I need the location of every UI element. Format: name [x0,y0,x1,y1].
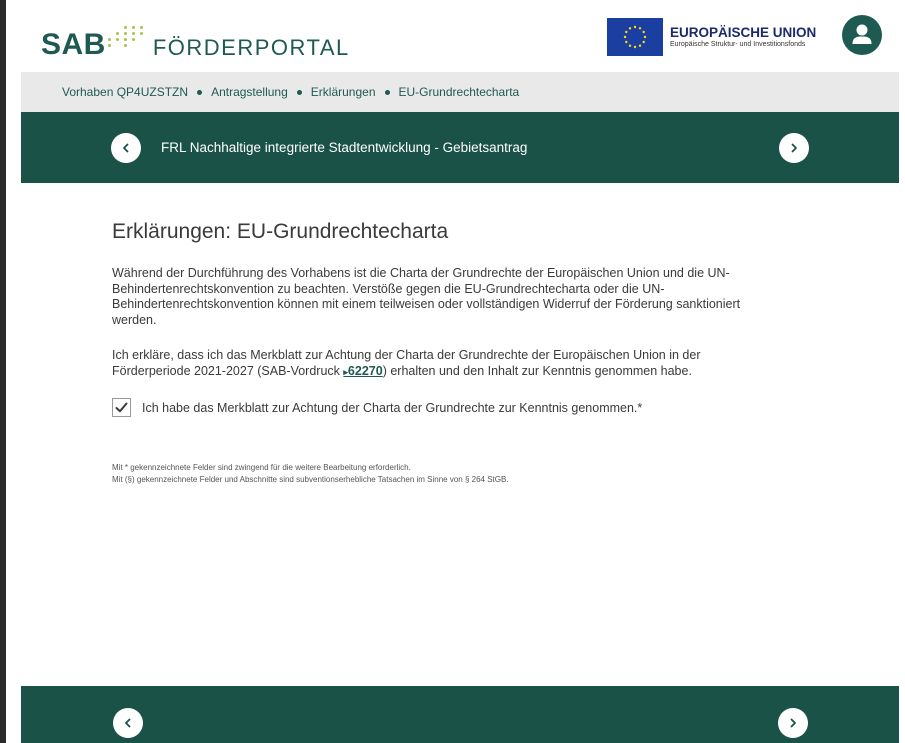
paragraph-line: Förderperiode 2021-2027 (SAB-Vordruck ▸6… [112,364,812,381]
chevron-right-icon [791,143,797,153]
main-content: Erklärungen: EU-Grundrechtecharta Währen… [112,220,812,484]
paragraph-line: Während der Durchführung des Vorhabens i… [112,266,730,280]
window-gutter [6,0,21,743]
page: SAB FÖRDERPORTAL EUROPÄISCHE UNION Europ… [21,0,899,743]
checkmark-icon [115,402,128,413]
breadcrumb: Vorhaben QP4UZSTZN Antragstellung Erklär… [21,72,899,112]
form-number: 62270 [347,363,383,378]
breadcrumb-item-antragstellung[interactable]: Antragstellung [211,85,288,99]
eu-subtitle: Europäische Struktur- und Investitionsfo… [670,41,806,48]
logo-portal-name: FÖRDERPORTAL [152,35,350,60]
acknowledgement-checkbox[interactable] [112,398,131,417]
next-page-button[interactable] [778,708,808,738]
note-subsidy: Mit (§) gekennzeichnete Felder und Absch… [112,475,509,484]
breadcrumb-item-current: EU-Grundrechtecharta [398,85,520,99]
acknowledgement-checkbox-row: Ich habe das Merkblatt zur Achtung der C… [112,398,642,417]
eu-flag-icon [607,18,663,56]
previous-page-button[interactable] [113,708,143,738]
program-bar: FRL Nachhaltige integrierte Stadtentwick… [21,112,899,183]
paragraph-line: Behindertenrechtskonvention zu beachten.… [112,281,665,296]
paragraph-text: Förderperiode 2021-2027 (SAB-Vordruck [112,363,344,378]
form-62270-link[interactable]: ▸62270 [343,364,382,378]
bottom-navigation-bar [21,686,899,743]
acknowledgement-checkbox-label[interactable]: Ich habe das Merkblatt zur Achtung der C… [142,401,642,415]
paragraph-line: werden. [112,312,157,327]
chevron-left-icon [123,143,129,153]
required-fields-notes: Mit * gekennzeichnete Felder sind zwinge… [112,462,509,486]
sab-logo[interactable]: SAB FÖRDERPORTAL [41,16,350,60]
breadcrumb-item-vorhaben[interactable]: Vorhaben QP4UZSTZN [62,85,188,99]
page-title: Erklärungen: EU-Grundrechtecharta [112,220,449,243]
breadcrumb-separator [197,89,203,95]
program-title: FRL Nachhaltige integrierte Stadtentwick… [161,140,528,155]
breadcrumb-separator [296,89,302,95]
site-header: SAB FÖRDERPORTAL EUROPÄISCHE UNION Europ… [21,0,899,72]
eu-text: EUROPÄISCHE UNION Europäische Struktur- … [670,25,816,49]
breadcrumb-separator [384,89,390,95]
chevron-right-icon [790,718,796,728]
paragraph-line: Behindertenrechtskonvention können mit e… [112,297,741,311]
chevron-left-icon [125,718,131,728]
user-menu-button[interactable] [842,15,882,55]
logo-dots-icon [107,25,145,47]
eu-logo: EUROPÄISCHE UNION Europäische Struktur- … [607,18,816,56]
declaration-paragraph-1: Während der Durchführung des Vorhabens i… [112,266,812,328]
user-icon [852,24,872,44]
next-button[interactable] [779,133,809,163]
previous-button[interactable] [111,133,141,163]
paragraph-text: ) erhalten und den Inhalt zur Kenntnis g… [382,363,692,378]
paragraph-line: Ich erkläre, dass ich das Merkblatt zur … [112,348,701,362]
breadcrumb-item-erklaerungen[interactable]: Erklärungen [311,85,376,99]
note-required: Mit * gekennzeichnete Felder sind zwinge… [112,463,411,472]
eu-title: EUROPÄISCHE UNION [670,25,817,40]
logo-brand: SAB [41,28,106,61]
declaration-paragraph-2: Ich erkläre, dass ich das Merkblatt zur … [112,348,812,380]
